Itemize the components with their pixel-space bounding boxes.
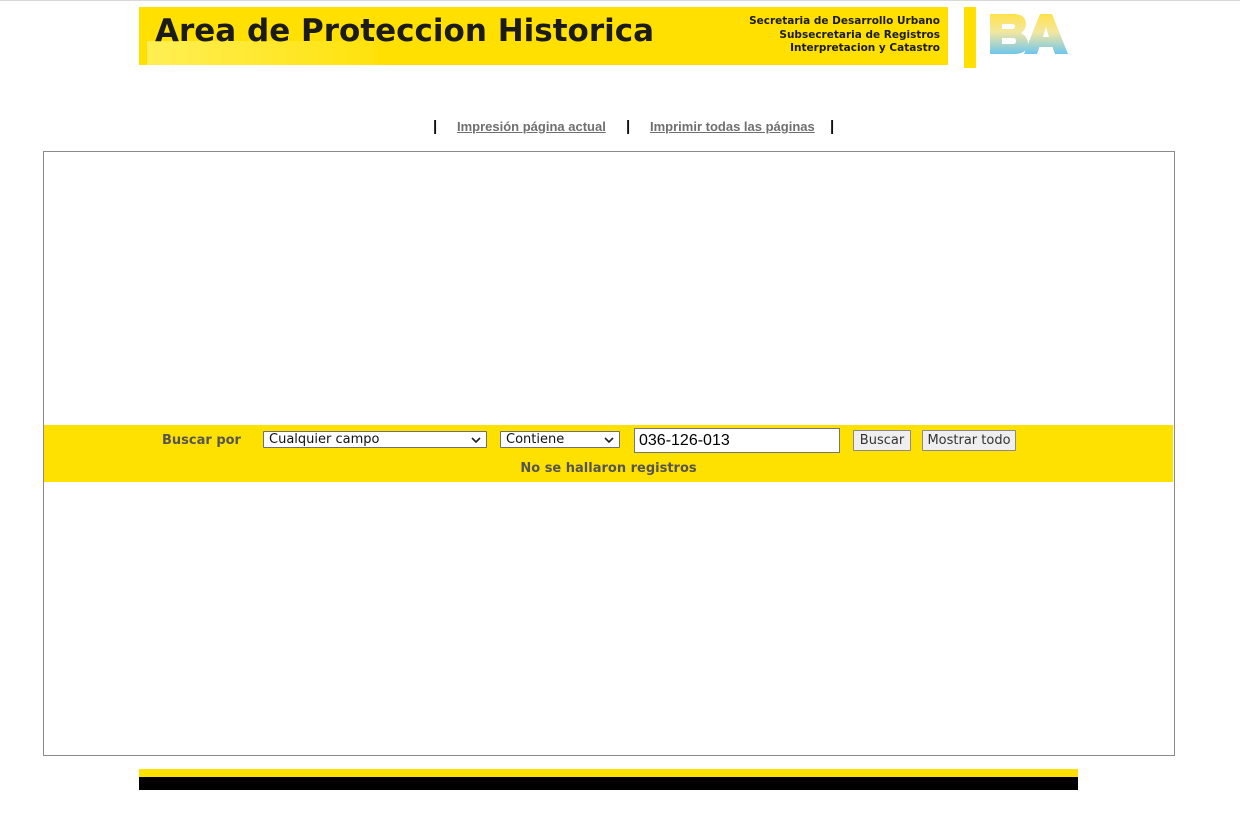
search-operator-selected: Contiene bbox=[506, 432, 565, 447]
top-divider bbox=[0, 0, 1240, 1]
subtitle-line-3: Interpretacion y Catastro bbox=[790, 42, 940, 54]
search-button[interactable]: Buscar bbox=[853, 430, 911, 451]
footer-yellow-stripe bbox=[139, 769, 1078, 777]
print-links-bar: | Impresión página actual | Imprimir tod… bbox=[0, 118, 1240, 136]
print-current-page-link[interactable]: Impresión página actual bbox=[457, 119, 606, 134]
search-bar: Buscar por Cualquier campo Contiene 036-… bbox=[44, 425, 1173, 482]
chevron-down-icon bbox=[471, 437, 481, 444]
link-separator: | bbox=[433, 118, 438, 135]
no-results-message: No se hallaron registros bbox=[520, 461, 697, 476]
header-banner: Area de Proteccion Historica Secretaria … bbox=[139, 7, 948, 65]
search-label: Buscar por bbox=[162, 433, 241, 448]
header-accent-bar bbox=[964, 7, 976, 68]
search-field-select[interactable]: Cualquier campo bbox=[263, 431, 487, 448]
subtitle-line-1: Secretaria de Desarrollo Urbano bbox=[749, 15, 940, 27]
show-all-button[interactable]: Mostrar todo bbox=[922, 430, 1016, 451]
link-separator: | bbox=[626, 118, 631, 135]
print-all-pages-link[interactable]: Imprimir todas las páginas bbox=[650, 119, 815, 134]
page-title: Area de Proteccion Historica bbox=[155, 13, 655, 49]
logo-text: BA bbox=[988, 12, 990, 13]
header-subtitle: Secretaria de Desarrollo Urbano Subsecre… bbox=[749, 15, 940, 56]
chevron-down-icon bbox=[604, 437, 614, 444]
search-operator-select[interactable]: Contiene bbox=[500, 431, 620, 448]
search-field-selected: Cualquier campo bbox=[269, 432, 380, 447]
footer-bar bbox=[139, 769, 1078, 790]
ba-logo: BA bbox=[988, 12, 1068, 54]
footer-black-stripe bbox=[139, 777, 1078, 790]
link-separator: | bbox=[830, 118, 835, 135]
subtitle-line-2: Subsecretaria de Registros bbox=[779, 28, 940, 41]
search-input[interactable]: 036-126-013 bbox=[634, 428, 840, 453]
